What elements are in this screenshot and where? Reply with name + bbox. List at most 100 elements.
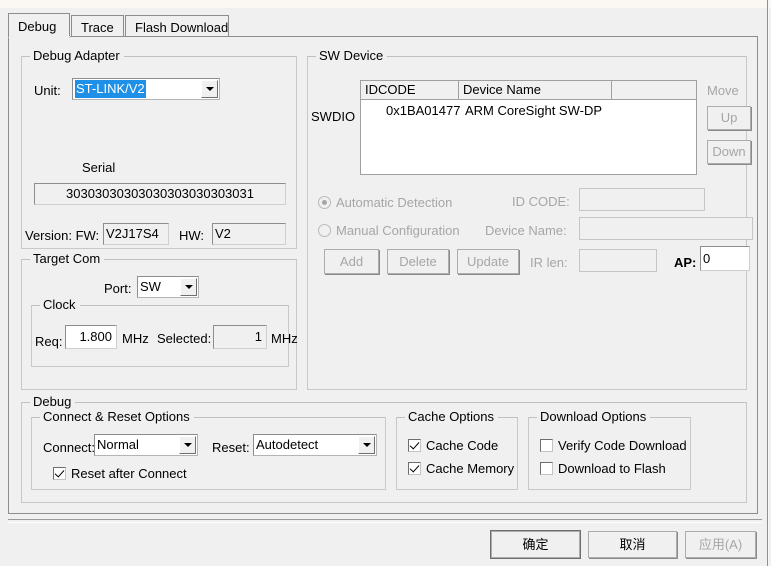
group-cache-options-legend: Cache Options xyxy=(405,410,498,424)
group-connect-reset-options: Connect & Reset Options Connect: Normal … xyxy=(31,410,386,490)
clock-req-unit: MHz xyxy=(122,331,149,346)
group-sw-device-legend: SW Device xyxy=(316,49,388,63)
fw-version-field[interactable]: V2J17S4 xyxy=(103,223,169,245)
checkbox-cache-memory-label: Cache Memory xyxy=(426,461,515,476)
reset-combobox[interactable]: Autodetect xyxy=(253,434,377,456)
checkbox-cache-code-box xyxy=(408,439,421,452)
apply-button[interactable]: 应用(A) xyxy=(685,531,756,558)
checkbox-reset-after-connect-label: Reset after Connect xyxy=(71,466,187,481)
chevron-down-icon[interactable] xyxy=(358,436,375,454)
checkbox-cache-memory[interactable]: Cache Memory xyxy=(408,461,514,477)
radio-automatic-detection-dot xyxy=(318,196,331,209)
debug-settings-dialog: Debug Trace Flash Download Debug Adapter… xyxy=(0,0,771,566)
column-header-extra[interactable] xyxy=(612,81,698,99)
tab-debug[interactable]: Debug xyxy=(8,13,70,38)
unit-combobox-value: ST-LINK/V2 xyxy=(75,80,146,98)
version-fw-label: Version: FW: xyxy=(25,228,100,243)
group-debug-adapter-legend: Debug Adapter xyxy=(30,49,124,63)
tab-trace-label: Trace xyxy=(81,20,114,35)
device-name-field[interactable] xyxy=(579,217,753,240)
group-download-options-legend: Download Options xyxy=(537,410,651,424)
group-target-com-legend: Target Com xyxy=(30,252,105,266)
cell-device-name: ARM CoreSight SW-DP xyxy=(465,103,603,118)
swdio-port-label: SWDIO xyxy=(311,109,356,124)
group-target-com: Target Com Port: SW Clock Req: 1.800 MHz… xyxy=(21,252,298,390)
checkbox-reset-after-connect[interactable]: Reset after Connect xyxy=(53,466,187,482)
column-header-device-name[interactable]: Device Name xyxy=(459,81,612,99)
cell-idcode: 0x1BA01477 xyxy=(386,103,461,118)
ap-field[interactable]: 0 xyxy=(700,246,750,271)
group-clock: Clock Req: 1.800 MHz Selected: 1 MHz xyxy=(31,298,298,367)
device-name-label: Device Name: xyxy=(485,223,567,238)
clock-selected-field[interactable]: 1 xyxy=(213,325,267,349)
tab-trace[interactable]: Trace xyxy=(71,15,124,37)
cancel-button[interactable]: 取消 xyxy=(588,531,677,558)
unit-label: Unit: xyxy=(34,83,61,98)
radio-manual-configuration-dot xyxy=(318,224,331,237)
unit-combobox[interactable]: ST-LINK/V2 xyxy=(72,78,220,100)
window-right-border xyxy=(767,0,768,566)
window-right-highlight xyxy=(768,0,769,566)
update-device-button[interactable]: Update xyxy=(457,249,519,274)
hw-label: HW: xyxy=(179,228,205,243)
checkbox-verify-code-download-box xyxy=(540,439,553,452)
radio-automatic-detection[interactable]: Automatic Detection xyxy=(318,195,452,211)
checkbox-cache-code[interactable]: Cache Code xyxy=(408,438,498,454)
tab-debug-label: Debug xyxy=(18,19,57,34)
serial-field[interactable]: 30303030303030303030303031 xyxy=(34,183,286,205)
group-debug-adapter: Debug Adapter Unit: ST-LINK/V2 Serial 30… xyxy=(21,49,297,249)
ir-len-label: IR len: xyxy=(530,255,568,270)
sw-device-table[interactable]: IDCODE Device Name 0x1BA01477 ARM CoreSi… xyxy=(360,80,697,175)
chevron-down-icon[interactable] xyxy=(179,436,196,454)
port-combobox[interactable]: SW xyxy=(137,276,199,298)
add-device-button[interactable]: Add xyxy=(324,249,379,274)
connect-label: Connect: xyxy=(43,440,96,455)
column-header-idcode[interactable]: IDCODE xyxy=(361,81,459,99)
connect-combobox[interactable]: Normal xyxy=(94,434,198,456)
clock-selected-unit: MHz xyxy=(271,331,298,346)
window-top-edge xyxy=(0,0,771,8)
serial-label: Serial xyxy=(82,160,116,175)
id-code-field[interactable] xyxy=(579,188,705,211)
chevron-down-icon[interactable] xyxy=(180,278,197,296)
footer-separator xyxy=(8,519,762,523)
tab-flash-download-label: Flash Download xyxy=(135,20,229,35)
clock-req-label: Req: xyxy=(35,334,63,349)
delete-device-button[interactable]: Delete xyxy=(387,249,449,274)
connect-combobox-value: Normal xyxy=(97,437,139,452)
checkbox-download-to-flash-box xyxy=(540,462,553,475)
port-combobox-value: SW xyxy=(140,279,161,294)
radio-manual-configuration[interactable]: Manual Configuration xyxy=(318,223,460,239)
tab-flash-download[interactable]: Flash Download xyxy=(125,15,229,37)
reset-label: Reset: xyxy=(212,440,250,455)
ap-label: AP: xyxy=(674,255,697,270)
group-connect-reset-options-legend: Connect & Reset Options xyxy=(40,410,194,424)
reset-combobox-value: Autodetect xyxy=(256,437,319,452)
group-clock-legend: Clock xyxy=(40,298,80,312)
group-debug: Debug Connect & Reset Options Connect: N… xyxy=(21,395,747,503)
move-up-button[interactable]: Up xyxy=(707,106,751,130)
group-debug-legend: Debug xyxy=(30,395,76,409)
checkbox-cache-memory-box xyxy=(408,462,421,475)
ok-button[interactable]: 确定 xyxy=(491,531,580,558)
clock-req-field[interactable]: 1.800 xyxy=(65,325,117,349)
group-sw-device: SW Device SWDIO IDCODE Device Name 0x1BA… xyxy=(307,49,753,390)
checkbox-verify-code-download-label: Verify Code Download xyxy=(558,438,687,453)
clock-selected-label: Selected: xyxy=(157,331,212,346)
sw-device-table-header: IDCODE Device Name xyxy=(361,81,696,100)
move-label: Move xyxy=(707,83,739,98)
radio-manual-configuration-label: Manual Configuration xyxy=(336,223,460,238)
hw-version-field[interactable]: V2 xyxy=(212,223,286,245)
checkbox-cache-code-label: Cache Code xyxy=(426,438,499,453)
checkbox-download-to-flash-label: Download to Flash xyxy=(558,461,666,476)
active-tab-joint xyxy=(9,36,70,37)
checkbox-verify-code-download[interactable]: Verify Code Download xyxy=(540,438,687,454)
move-down-button[interactable]: Down xyxy=(707,140,751,164)
ir-len-field[interactable] xyxy=(579,249,657,272)
checkbox-reset-after-connect-box xyxy=(53,467,66,480)
chevron-down-icon[interactable] xyxy=(201,80,218,98)
group-cache-options: Cache Options Cache Code Cache Memory xyxy=(396,410,518,490)
checkbox-download-to-flash[interactable]: Download to Flash xyxy=(540,461,666,477)
port-label: Port: xyxy=(104,281,132,296)
radio-automatic-detection-label: Automatic Detection xyxy=(336,195,453,210)
